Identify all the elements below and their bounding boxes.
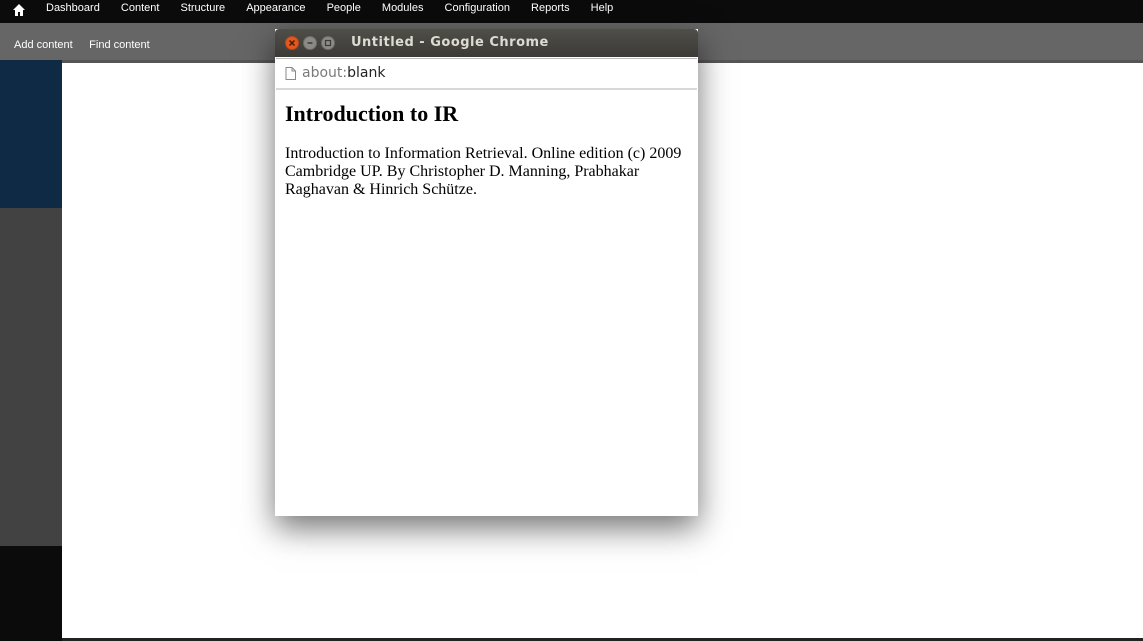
menu-item-appearance[interactable]: Appearance: [246, 2, 305, 14]
sidebar-segment-middle: [0, 208, 62, 546]
window-minimize-button[interactable]: [303, 36, 317, 50]
url-scheme: about:: [302, 65, 348, 81]
window-titlebar[interactable]: Untitled - Google Chrome: [275, 29, 698, 57]
menu-item-structure[interactable]: Structure: [180, 2, 225, 14]
menu-item-help[interactable]: Help: [591, 2, 614, 14]
page-heading: Introduction to IR: [285, 101, 459, 126]
menu-item-reports[interactable]: Reports: [531, 2, 570, 14]
page-content: Introduction to IR Introduction to Infor…: [285, 101, 685, 199]
window-title: Untitled - Google Chrome: [351, 35, 549, 50]
admin-toolbar: Dashboard Content Structure Appearance P…: [0, 0, 1143, 23]
shortcut-find-content[interactable]: Find content: [89, 39, 150, 51]
page-icon: [285, 67, 296, 85]
shortcut-add-content[interactable]: Add content: [14, 39, 73, 51]
window-maximize-button[interactable]: [321, 36, 335, 50]
left-sidebar: [0, 60, 62, 641]
sidebar-segment-top: [0, 60, 62, 208]
sidebar-segment-bottom: [0, 546, 62, 641]
menu-item-people[interactable]: People: [327, 2, 361, 14]
menu-item-content[interactable]: Content: [121, 2, 160, 14]
close-icon: [288, 39, 296, 47]
url-text[interactable]: about:blank: [302, 65, 385, 81]
admin-menu: Dashboard Content Structure Appearance P…: [46, 2, 631, 14]
popup-window: Untitled - Google Chrome about:blank Int…: [275, 29, 698, 516]
maximize-icon: [324, 39, 332, 47]
address-bar[interactable]: about:blank: [276, 58, 697, 90]
menu-item-dashboard[interactable]: Dashboard: [46, 2, 100, 14]
window-close-button[interactable]: [285, 36, 299, 50]
home-icon[interactable]: [12, 3, 28, 19]
url-path: blank: [347, 65, 386, 81]
menu-item-configuration[interactable]: Configuration: [445, 2, 510, 14]
minimize-icon: [307, 42, 313, 44]
page-body-text: Introduction to Information Retrieval. O…: [285, 145, 682, 198]
menu-item-modules[interactable]: Modules: [382, 2, 424, 14]
